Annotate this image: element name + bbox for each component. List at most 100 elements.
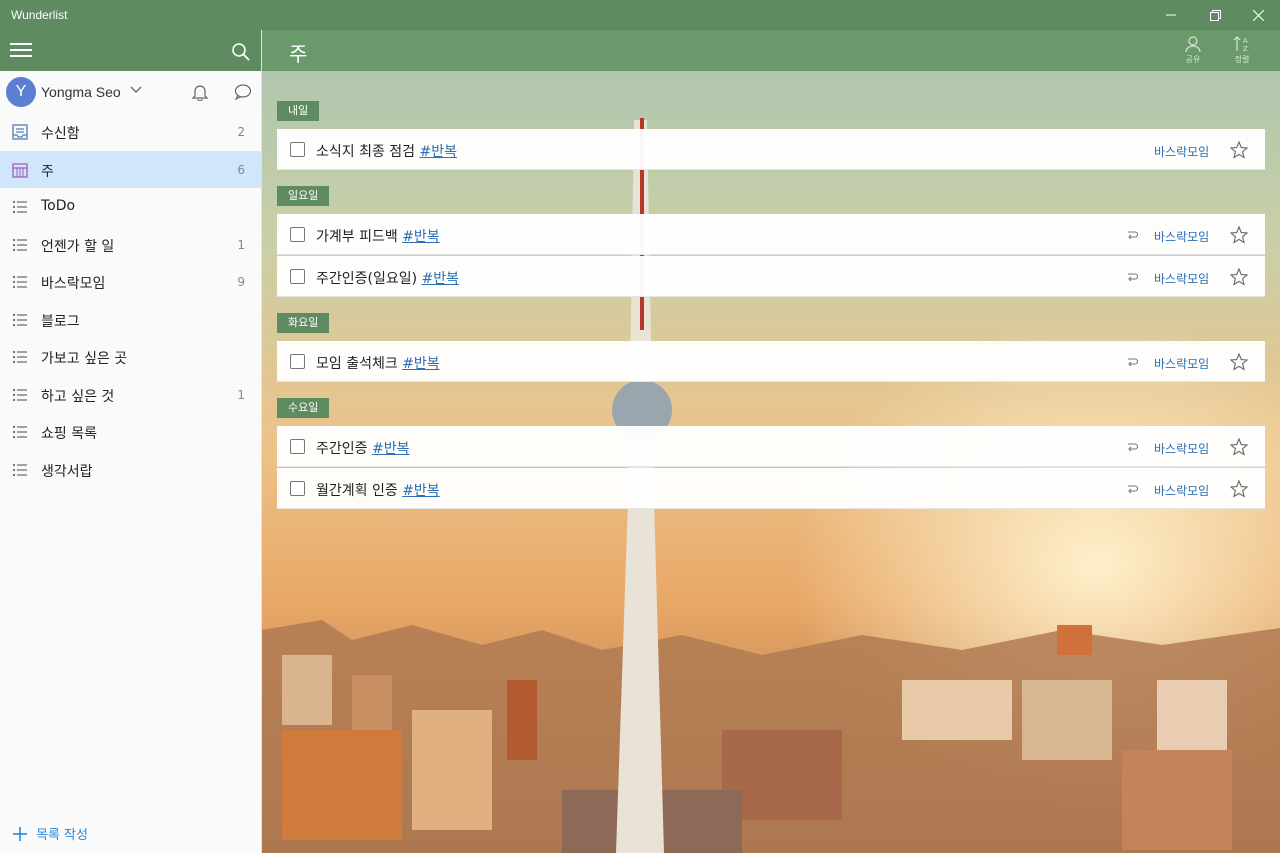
- avatar[interactable]: Y: [6, 77, 36, 107]
- app-title: Wunderlist: [11, 8, 68, 22]
- sidebar-list-count: 2: [237, 125, 245, 139]
- section-header: 일요일: [277, 186, 330, 206]
- task-hashtag-link[interactable]: #반복: [422, 271, 460, 287]
- sidebar-list-label: 하고 싶은 것: [41, 388, 115, 405]
- list-icon: [12, 312, 28, 328]
- svg-text:A: A: [1243, 37, 1248, 45]
- list-icon: [12, 349, 28, 365]
- list-icon: [12, 199, 28, 215]
- sidebar-list-item[interactable]: 바스락모임 9: [0, 263, 261, 301]
- task-row[interactable]: 월간계획 인증 #반복 바스락모임: [277, 468, 1265, 509]
- task-title: 모임 출석체크: [316, 356, 398, 372]
- minimize-button[interactable]: [1149, 0, 1193, 30]
- sidebar-list-label: 블로그: [41, 313, 80, 330]
- task-list-name-link[interactable]: 바스락모임: [1154, 228, 1209, 245]
- task-hashtag-link[interactable]: #반복: [420, 144, 458, 160]
- repeat-icon: [1128, 358, 1138, 366]
- share-label: 공유: [1185, 55, 1201, 64]
- sidebar-toolbar: [0, 30, 261, 71]
- restore-icon: [1209, 9, 1221, 21]
- sidebar-list-label: 수신함: [41, 126, 80, 142]
- sort-button[interactable]: AZ 정렬: [1224, 36, 1260, 65]
- sidebar-list-count: 1: [237, 237, 245, 252]
- hamburger-menu-icon[interactable]: [10, 43, 32, 59]
- task-row[interactable]: 주간인증(일요일) #반복 바스락모임: [277, 256, 1265, 297]
- task-list-name-link[interactable]: 바스락모임: [1154, 355, 1209, 372]
- sidebar-list-item[interactable]: ToDo: [0, 188, 261, 226]
- sidebar-list-item[interactable]: 주6: [0, 150, 261, 188]
- sidebar-list-label: 언젠가 할 일: [41, 238, 115, 255]
- task-row[interactable]: 가계부 피드백 #반복 바스락모임: [277, 214, 1265, 255]
- task-title-container: 주간인증 #반복: [316, 438, 409, 458]
- task-title: 주간인증: [316, 441, 368, 457]
- sidebar-list-label: ToDo: [41, 198, 76, 214]
- star-icon[interactable]: [1230, 268, 1248, 286]
- task-row[interactable]: 소식지 최종 점검 #반복 바스락모임: [277, 129, 1265, 170]
- star-icon[interactable]: [1230, 141, 1248, 159]
- task-title: 소식지 최종 점검: [316, 144, 416, 160]
- create-list-button[interactable]: 목록 작성: [12, 824, 88, 843]
- sidebar-list-label: 바스락모임: [41, 276, 106, 292]
- close-icon: [1252, 9, 1264, 21]
- list-icon: [12, 462, 28, 478]
- task-checkbox[interactable]: [290, 142, 305, 157]
- sidebar-list-label: 주: [41, 163, 54, 180]
- task-list-name-link[interactable]: 바스락모임: [1154, 440, 1209, 457]
- task-row[interactable]: 주간인증 #반복 바스락모임: [277, 426, 1265, 467]
- task-title-container: 주간인증(일요일) #반복: [316, 268, 459, 288]
- repeat-icon: [1128, 273, 1138, 281]
- calendar-week-icon: [12, 162, 28, 178]
- star-icon[interactable]: [1230, 438, 1248, 456]
- section-header: 수요일: [277, 398, 330, 418]
- task-list-name-link[interactable]: 바스락모임: [1154, 482, 1209, 499]
- restore-button[interactable]: [1193, 0, 1237, 30]
- task-title: 월간계획 인증: [316, 483, 398, 499]
- share-button[interactable]: 공유: [1175, 36, 1211, 65]
- user-name[interactable]: Yongma Seo: [41, 84, 121, 100]
- task-hashtag-link[interactable]: #반복: [402, 483, 440, 499]
- create-list-label: 목록 작성: [36, 828, 88, 843]
- sidebar-list-item[interactable]: 블로그: [0, 301, 261, 339]
- sort-icon: AZ: [1233, 36, 1248, 52]
- main-panel: 주 공유 AZ 정렬 내일 소식지 최종 점검 #반복 바스락모임 일요일 가계부 피드…: [262, 30, 1280, 853]
- chat-icon[interactable]: [234, 83, 252, 101]
- sidebar-list-label: 쇼핑 목록: [41, 426, 97, 442]
- repeat-icon: [1128, 231, 1138, 239]
- task-checkbox[interactable]: [290, 227, 305, 242]
- sidebar-list-count: 1: [237, 387, 245, 402]
- chevron-down-icon[interactable]: [130, 86, 142, 94]
- task-title-container: 가계부 피드백 #반복: [316, 226, 440, 246]
- close-button[interactable]: [1236, 0, 1280, 30]
- task-checkbox[interactable]: [290, 481, 305, 496]
- task-hashtag-link[interactable]: #반복: [372, 441, 410, 457]
- search-button[interactable]: [231, 42, 251, 62]
- star-icon[interactable]: [1230, 353, 1248, 371]
- user-row: Y Yongma Seo: [0, 71, 261, 113]
- task-hashtag-link[interactable]: #반복: [402, 356, 440, 372]
- section-header: 화요일: [277, 313, 330, 333]
- title-bar: Wunderlist: [0, 0, 1280, 30]
- task-hashtag-link[interactable]: #반복: [402, 229, 440, 245]
- task-checkbox[interactable]: [290, 269, 305, 284]
- sidebar-list-item[interactable]: 수신함 2: [0, 113, 261, 151]
- star-icon[interactable]: [1230, 480, 1248, 498]
- list-icon: [12, 424, 28, 440]
- sidebar-list-item[interactable]: 쇼핑 목록: [0, 413, 261, 451]
- task-row[interactable]: 모임 출석체크 #반복 바스락모임: [277, 341, 1265, 382]
- bell-icon[interactable]: [191, 83, 209, 101]
- list-icon: [12, 274, 28, 290]
- task-checkbox[interactable]: [290, 354, 305, 369]
- sidebar-list-item[interactable]: 가보고 싶은 곳: [0, 338, 261, 376]
- plus-icon: [13, 826, 27, 841]
- task-list-name-link[interactable]: 바스락모임: [1154, 143, 1209, 160]
- list-navigation: 수신함 2 주 6 ToDo 언젠가 할 일 1 바스락모임 9 블로그 가보고 싶은 곳 하고 싶은…: [0, 113, 261, 488]
- task-list-name-link[interactable]: 바스락모임: [1154, 270, 1209, 287]
- share-person-icon: [1185, 36, 1201, 52]
- task-checkbox[interactable]: [290, 439, 305, 454]
- sidebar-list-item[interactable]: 하고 싶은 것 1: [0, 376, 261, 414]
- star-icon[interactable]: [1230, 226, 1248, 244]
- sidebar-list-item[interactable]: 언젠가 할 일 1: [0, 226, 261, 264]
- sidebar-list-label: 생각서랍: [41, 463, 93, 480]
- sidebar-list-item[interactable]: 생각서랍: [0, 451, 261, 489]
- list-icon: [12, 387, 28, 403]
